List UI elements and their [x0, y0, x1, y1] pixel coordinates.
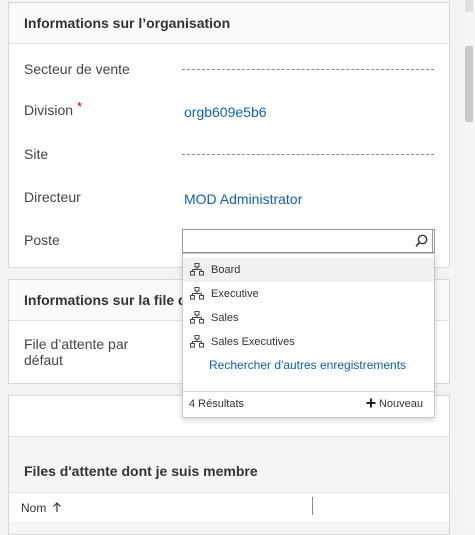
lookup-result-label: Executive	[211, 288, 259, 300]
lookup-result-item[interactable]: Sales	[183, 306, 434, 330]
lookup-result-item[interactable]: Board	[183, 258, 434, 282]
manager-label: Directeur	[24, 189, 81, 205]
required-asterisk: *	[77, 99, 83, 114]
column-header-name[interactable]: Nom	[21, 501, 62, 515]
manager-value-link[interactable]: MOD Administrator	[184, 191, 302, 207]
position-label: Poste	[24, 232, 60, 248]
lookup-result-item[interactable]: Sales Executives	[183, 330, 434, 354]
lookup-dropdown-footer: 4 Résultats Nouveau	[183, 391, 434, 417]
search-icon	[415, 234, 428, 247]
lookup-result-label: Sales Executives	[211, 336, 295, 348]
position-lookup-dropdown: Board Executive Sales Sales Executives R…	[182, 253, 435, 418]
sales-territory-label: Secteur de vente	[24, 61, 130, 77]
hierarchy-icon	[190, 263, 204, 276]
hierarchy-icon	[190, 311, 204, 324]
default-queue-label: File d’attente par défaut	[24, 336, 129, 368]
column-divider	[312, 497, 313, 515]
site-value-empty[interactable]	[182, 154, 434, 155]
organization-info-section: Informations sur l’organisation Secteur …	[8, 2, 450, 268]
lookup-result-label: Sales	[211, 312, 239, 324]
division-value-link[interactable]: orgb609e5b6	[184, 104, 267, 120]
scrollbar-top-button[interactable]	[465, 0, 473, 12]
division-label: Division *	[24, 99, 83, 118]
member-queues-title: Files d'attente dont je suis membre	[24, 463, 258, 479]
member-queues-grid-header: Nom	[9, 492, 449, 521]
arrow-up-icon	[52, 502, 61, 512]
site-label: Site	[24, 146, 49, 162]
position-lookup-search-button[interactable]	[410, 229, 433, 253]
new-record-label: Nouveau	[378, 398, 423, 410]
new-record-button[interactable]: Nouveau	[366, 397, 423, 410]
sales-territory-value-empty[interactable]	[182, 69, 434, 70]
results-count: 4 Résultats	[189, 398, 245, 410]
lookup-result-item[interactable]: Executive	[183, 282, 434, 306]
section-title-organization: Informations sur l’organisation	[9, 3, 449, 44]
search-more-records-link[interactable]: Rechercher d'autres enregistrements	[209, 358, 406, 372]
hierarchy-icon	[190, 287, 204, 300]
lookup-result-label: Board	[211, 264, 241, 276]
position-lookup-input[interactable]	[182, 229, 435, 253]
hierarchy-icon	[190, 335, 204, 348]
vertical-scrollbar[interactable]	[463, 0, 475, 523]
scrollbar-thumb[interactable]	[465, 46, 473, 122]
plus-icon	[366, 398, 376, 408]
